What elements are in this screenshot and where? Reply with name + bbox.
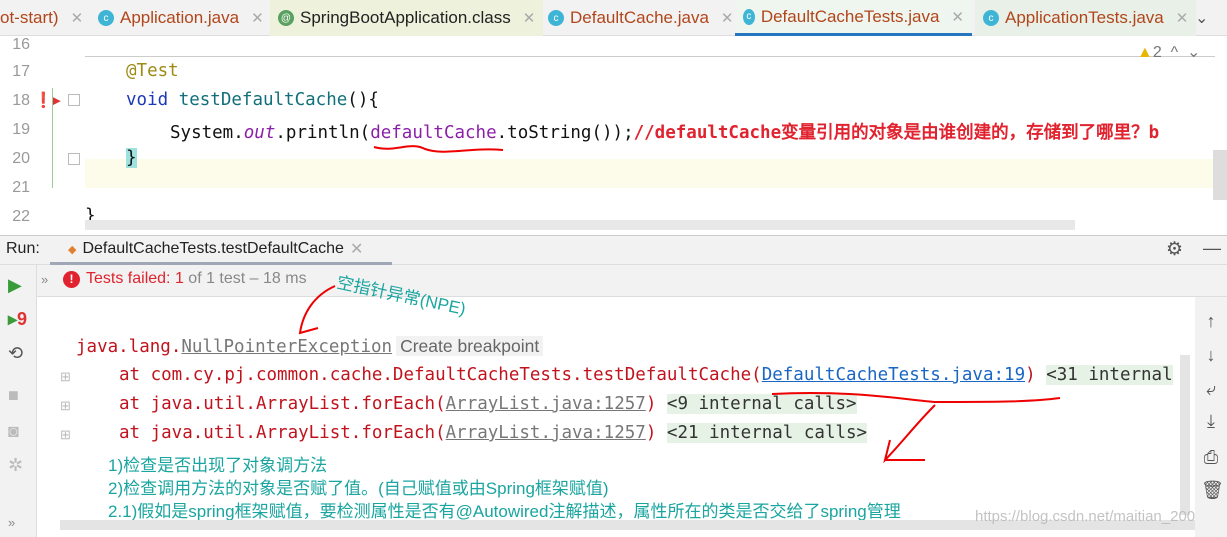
arrow-stroke (298, 285, 336, 335)
underline-stroke (771, 392, 1061, 404)
arrow-stroke (883, 404, 936, 464)
underline-stroke (373, 145, 504, 153)
hand-drawn-annotations (298, 145, 1061, 464)
